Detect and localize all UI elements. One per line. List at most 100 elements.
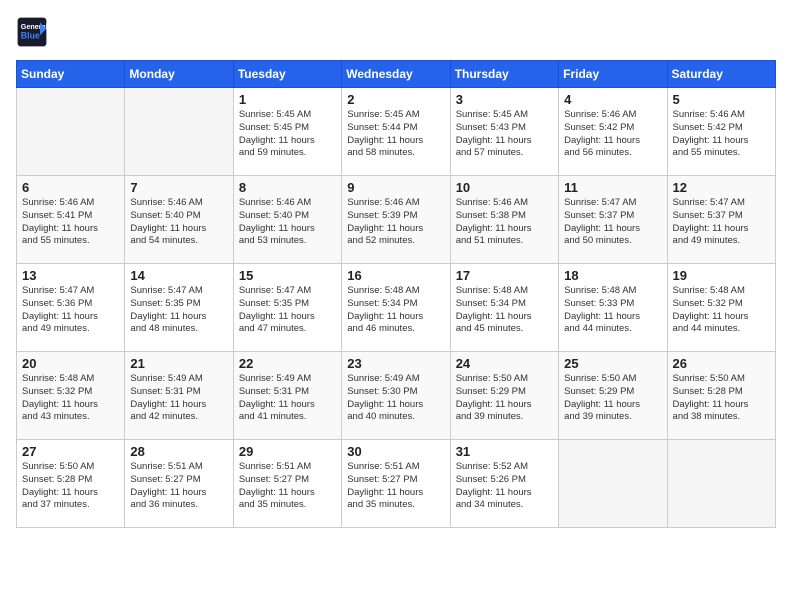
- calendar-cell: [667, 440, 775, 528]
- calendar-cell: 20 Sunrise: 5:48 AM Sunset: 5:32 PM Dayli…: [17, 352, 125, 440]
- day-number: 1: [239, 92, 336, 107]
- day-info: Sunrise: 5:45 AM Sunset: 5:44 PM Dayligh…: [347, 109, 444, 160]
- day-number: 2: [347, 92, 444, 107]
- day-header-thursday: Thursday: [450, 61, 558, 88]
- calendar-cell: [559, 440, 667, 528]
- calendar-cell: 3Sunrise: 5:45 AM Sunset: 5:43 PM Daylig…: [450, 88, 558, 176]
- calendar-cell: 8Sunrise: 5:46 AM Sunset: 5:40 PM Daylig…: [233, 176, 341, 264]
- calendar-week-2: 6Sunrise: 5:46 AM Sunset: 5:41 PM Daylig…: [17, 176, 776, 264]
- calendar-cell: 16 Sunrise: 5:48 AM Sunset: 5:34 PM Dayli…: [342, 264, 450, 352]
- calendar-cell: 27 Sunrise: 5:50 AM Sunset: 5:28 PM Dayli…: [17, 440, 125, 528]
- calendar-week-5: 27 Sunrise: 5:50 AM Sunset: 5:28 PM Dayli…: [17, 440, 776, 528]
- day-number: 20: [22, 356, 119, 371]
- day-number: 15: [239, 268, 336, 283]
- day-info: Sunrise: 5:48 AM Sunset: 5:34 PM Dayligh…: [347, 285, 444, 336]
- calendar-cell: 6Sunrise: 5:46 AM Sunset: 5:41 PM Daylig…: [17, 176, 125, 264]
- calendar-cell: [17, 88, 125, 176]
- calendar-cell: 28 Sunrise: 5:51 AM Sunset: 5:27 PM Dayli…: [125, 440, 233, 528]
- calendar-cell: 22 Sunrise: 5:49 AM Sunset: 5:31 PM Dayli…: [233, 352, 341, 440]
- calendar-cell: 17 Sunrise: 5:48 AM Sunset: 5:34 PM Dayli…: [450, 264, 558, 352]
- calendar-cell: 31Sunrise: 5:52 AM Sunset: 5:26 PM Dayli…: [450, 440, 558, 528]
- calendar-cell: 4 Sunrise: 5:46 AM Sunset: 5:42 PM Daylig…: [559, 88, 667, 176]
- day-number: 28: [130, 444, 227, 459]
- calendar-cell: 1 Sunrise: 5:45 AM Sunset: 5:45 PM Daylig…: [233, 88, 341, 176]
- day-number: 11: [564, 180, 661, 195]
- calendar-cell: 10 Sunrise: 5:46 AM Sunset: 5:38 PM Dayli…: [450, 176, 558, 264]
- calendar-cell: 25 Sunrise: 5:50 AM Sunset: 5:29 PM Dayli…: [559, 352, 667, 440]
- logo: General Blue: [16, 16, 48, 48]
- calendar-body: 1 Sunrise: 5:45 AM Sunset: 5:45 PM Daylig…: [17, 88, 776, 528]
- page-header: General Blue: [16, 16, 776, 48]
- day-info: Sunrise: 5:51 AM Sunset: 5:27 PM Dayligh…: [130, 461, 227, 512]
- calendar-cell: 30 Sunrise: 5:51 AM Sunset: 5:27 PM Dayli…: [342, 440, 450, 528]
- day-info: Sunrise: 5:49 AM Sunset: 5:31 PM Dayligh…: [239, 373, 336, 424]
- day-info: Sunrise: 5:48 AM Sunset: 5:32 PM Dayligh…: [673, 285, 770, 336]
- day-header-saturday: Saturday: [667, 61, 775, 88]
- day-number: 12: [673, 180, 770, 195]
- day-info: Sunrise: 5:51 AM Sunset: 5:27 PM Dayligh…: [347, 461, 444, 512]
- day-header-friday: Friday: [559, 61, 667, 88]
- calendar-cell: 15 Sunrise: 5:47 AM Sunset: 5:35 PM Dayli…: [233, 264, 341, 352]
- day-info: Sunrise: 5:50 AM Sunset: 5:28 PM Dayligh…: [22, 461, 119, 512]
- day-number: 23: [347, 356, 444, 371]
- day-number: 14: [130, 268, 227, 283]
- day-info: Sunrise: 5:51 AM Sunset: 5:27 PM Dayligh…: [239, 461, 336, 512]
- calendar-cell: 2 Sunrise: 5:45 AM Sunset: 5:44 PM Daylig…: [342, 88, 450, 176]
- calendar-cell: 19 Sunrise: 5:48 AM Sunset: 5:32 PM Dayli…: [667, 264, 775, 352]
- day-info: Sunrise: 5:46 AM Sunset: 5:40 PM Dayligh…: [239, 197, 336, 248]
- calendar-week-3: 13 Sunrise: 5:47 AM Sunset: 5:36 PM Dayli…: [17, 264, 776, 352]
- calendar-cell: 5 Sunrise: 5:46 AM Sunset: 5:42 PM Daylig…: [667, 88, 775, 176]
- day-info: Sunrise: 5:48 AM Sunset: 5:34 PM Dayligh…: [456, 285, 553, 336]
- day-number: 18: [564, 268, 661, 283]
- day-info: Sunrise: 5:50 AM Sunset: 5:28 PM Dayligh…: [673, 373, 770, 424]
- day-number: 19: [673, 268, 770, 283]
- calendar-cell: 7 Sunrise: 5:46 AM Sunset: 5:40 PM Daylig…: [125, 176, 233, 264]
- day-info: Sunrise: 5:47 AM Sunset: 5:35 PM Dayligh…: [239, 285, 336, 336]
- day-info: Sunrise: 5:46 AM Sunset: 5:41 PM Dayligh…: [22, 197, 119, 248]
- day-number: 7: [130, 180, 227, 195]
- day-info: Sunrise: 5:49 AM Sunset: 5:31 PM Dayligh…: [130, 373, 227, 424]
- day-info: Sunrise: 5:46 AM Sunset: 5:42 PM Dayligh…: [673, 109, 770, 160]
- day-info: Sunrise: 5:47 AM Sunset: 5:37 PM Dayligh…: [673, 197, 770, 248]
- day-info: Sunrise: 5:48 AM Sunset: 5:33 PM Dayligh…: [564, 285, 661, 336]
- day-info: Sunrise: 5:47 AM Sunset: 5:36 PM Dayligh…: [22, 285, 119, 336]
- svg-text:Blue: Blue: [21, 30, 40, 40]
- calendar-cell: 24Sunrise: 5:50 AM Sunset: 5:29 PM Dayli…: [450, 352, 558, 440]
- day-info: Sunrise: 5:52 AM Sunset: 5:26 PM Dayligh…: [456, 461, 553, 512]
- day-number: 25: [564, 356, 661, 371]
- day-number: 27: [22, 444, 119, 459]
- day-number: 9: [347, 180, 444, 195]
- day-header-tuesday: Tuesday: [233, 61, 341, 88]
- calendar-cell: 29Sunrise: 5:51 AM Sunset: 5:27 PM Dayli…: [233, 440, 341, 528]
- day-number: 17: [456, 268, 553, 283]
- day-info: Sunrise: 5:50 AM Sunset: 5:29 PM Dayligh…: [456, 373, 553, 424]
- logo-icon: General Blue: [16, 16, 48, 48]
- calendar-week-4: 20 Sunrise: 5:48 AM Sunset: 5:32 PM Dayli…: [17, 352, 776, 440]
- calendar-cell: 13 Sunrise: 5:47 AM Sunset: 5:36 PM Dayli…: [17, 264, 125, 352]
- day-number: 10: [456, 180, 553, 195]
- calendar-cell: 21 Sunrise: 5:49 AM Sunset: 5:31 PM Dayli…: [125, 352, 233, 440]
- calendar-table: SundayMondayTuesdayWednesdayThursdayFrid…: [16, 60, 776, 528]
- day-info: Sunrise: 5:48 AM Sunset: 5:32 PM Dayligh…: [22, 373, 119, 424]
- day-info: Sunrise: 5:46 AM Sunset: 5:38 PM Dayligh…: [456, 197, 553, 248]
- calendar-cell: 14 Sunrise: 5:47 AM Sunset: 5:35 PM Dayli…: [125, 264, 233, 352]
- day-number: 21: [130, 356, 227, 371]
- day-number: 30: [347, 444, 444, 459]
- calendar-cell: 11Sunrise: 5:47 AM Sunset: 5:37 PM Dayli…: [559, 176, 667, 264]
- day-number: 4: [564, 92, 661, 107]
- day-header-wednesday: Wednesday: [342, 61, 450, 88]
- day-number: 16: [347, 268, 444, 283]
- day-info: Sunrise: 5:45 AM Sunset: 5:45 PM Dayligh…: [239, 109, 336, 160]
- day-number: 13: [22, 268, 119, 283]
- day-info: Sunrise: 5:46 AM Sunset: 5:40 PM Dayligh…: [130, 197, 227, 248]
- day-info: Sunrise: 5:50 AM Sunset: 5:29 PM Dayligh…: [564, 373, 661, 424]
- calendar-header-row: SundayMondayTuesdayWednesdayThursdayFrid…: [17, 61, 776, 88]
- day-number: 26: [673, 356, 770, 371]
- day-info: Sunrise: 5:46 AM Sunset: 5:42 PM Dayligh…: [564, 109, 661, 160]
- day-number: 22: [239, 356, 336, 371]
- calendar-cell: 12 Sunrise: 5:47 AM Sunset: 5:37 PM Dayli…: [667, 176, 775, 264]
- day-number: 5: [673, 92, 770, 107]
- calendar-cell: 18 Sunrise: 5:48 AM Sunset: 5:33 PM Dayli…: [559, 264, 667, 352]
- day-info: Sunrise: 5:47 AM Sunset: 5:35 PM Dayligh…: [130, 285, 227, 336]
- day-info: Sunrise: 5:46 AM Sunset: 5:39 PM Dayligh…: [347, 197, 444, 248]
